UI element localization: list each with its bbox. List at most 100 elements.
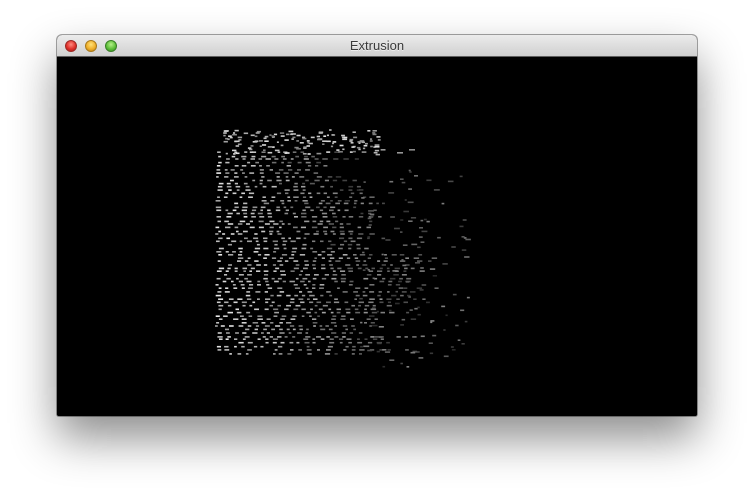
point-mark (294, 182, 298, 185)
point-mark (321, 257, 325, 259)
render-canvas[interactable] (57, 57, 697, 416)
point-mark (238, 254, 243, 256)
point-mark (245, 328, 250, 331)
point-mark (224, 220, 229, 223)
point-mark (400, 231, 403, 233)
point-mark (311, 216, 318, 218)
point-mark (386, 298, 392, 300)
point-mark (329, 209, 334, 212)
point-mark (227, 336, 231, 338)
point-mark (339, 338, 344, 340)
point-mark (407, 294, 411, 297)
point-mark (289, 280, 295, 283)
point-mark (312, 251, 318, 253)
point-mark (421, 230, 428, 233)
point-mark (274, 311, 279, 314)
point-mark (344, 209, 349, 212)
point-mark (230, 169, 235, 171)
point-mark (327, 345, 333, 348)
point-mark (339, 144, 344, 147)
point-mark (419, 270, 425, 272)
point-mark (348, 189, 353, 191)
point-mark (252, 332, 258, 334)
point-mark (420, 267, 424, 269)
point-mark (236, 189, 240, 191)
point-mark (218, 267, 225, 270)
point-mark (218, 318, 223, 320)
point-mark (308, 192, 312, 195)
point-mark (304, 260, 309, 262)
point-mark (227, 243, 232, 246)
point-mark (286, 165, 291, 167)
point-mark (276, 141, 279, 143)
point-mark (266, 332, 270, 334)
point-mark (232, 192, 237, 195)
point-mark (441, 305, 446, 308)
point-mark (320, 200, 325, 202)
point-mark (340, 277, 347, 280)
point-mark (395, 284, 401, 286)
point-mark (410, 351, 416, 354)
point-mark (265, 341, 269, 344)
point-mark (247, 240, 252, 243)
point-mark (255, 325, 260, 327)
point-mark (292, 136, 296, 139)
point-mark (414, 307, 418, 310)
point-mark (361, 151, 367, 153)
point-mark (254, 140, 259, 142)
point-mark (263, 247, 269, 250)
point-mark (267, 151, 273, 154)
point-mark (241, 322, 247, 324)
point-mark (295, 155, 299, 158)
point-mark (339, 230, 345, 233)
point-mark (452, 293, 457, 296)
point-mark (391, 254, 397, 256)
point-mark (271, 155, 276, 158)
point-mark (280, 274, 286, 276)
point-mark (342, 216, 346, 218)
point-mark (357, 341, 363, 344)
point-mark (326, 220, 331, 223)
point-mark (270, 322, 274, 324)
point-mark (388, 280, 393, 283)
point-mark (215, 206, 222, 209)
point-mark (218, 237, 223, 240)
point-mark (408, 169, 411, 172)
point-mark (358, 304, 361, 307)
point-mark (386, 304, 392, 307)
point-mark (357, 267, 362, 270)
point-mark (330, 230, 335, 233)
point-mark (338, 257, 343, 259)
point-mark (330, 322, 337, 324)
point-mark (265, 158, 271, 160)
point-mark (320, 294, 324, 297)
point-mark (279, 328, 283, 331)
point-mark (332, 274, 338, 276)
point-mark (256, 130, 261, 133)
point-mark (356, 237, 363, 240)
point-mark (265, 338, 269, 340)
point-mark (376, 202, 379, 205)
point-mark (267, 287, 273, 289)
title-bar[interactable]: Extrusion (57, 35, 697, 57)
point-mark (280, 270, 286, 272)
point-mark (363, 345, 370, 348)
point-mark (263, 257, 267, 259)
point-mark (261, 230, 266, 233)
point-mark (290, 270, 295, 272)
point-mark (294, 200, 298, 202)
point-mark (244, 260, 249, 262)
point-mark (342, 179, 348, 182)
point-mark (275, 267, 280, 270)
point-mark (294, 172, 299, 174)
point-mark (292, 247, 298, 250)
point-mark (230, 233, 235, 235)
point-mark (254, 308, 259, 311)
point-mark (254, 135, 258, 138)
point-mark (332, 216, 338, 218)
point-mark (376, 350, 380, 353)
point-mark (329, 257, 335, 259)
point-mark (228, 254, 234, 256)
point-mark (242, 304, 246, 307)
point-mark (414, 175, 418, 177)
